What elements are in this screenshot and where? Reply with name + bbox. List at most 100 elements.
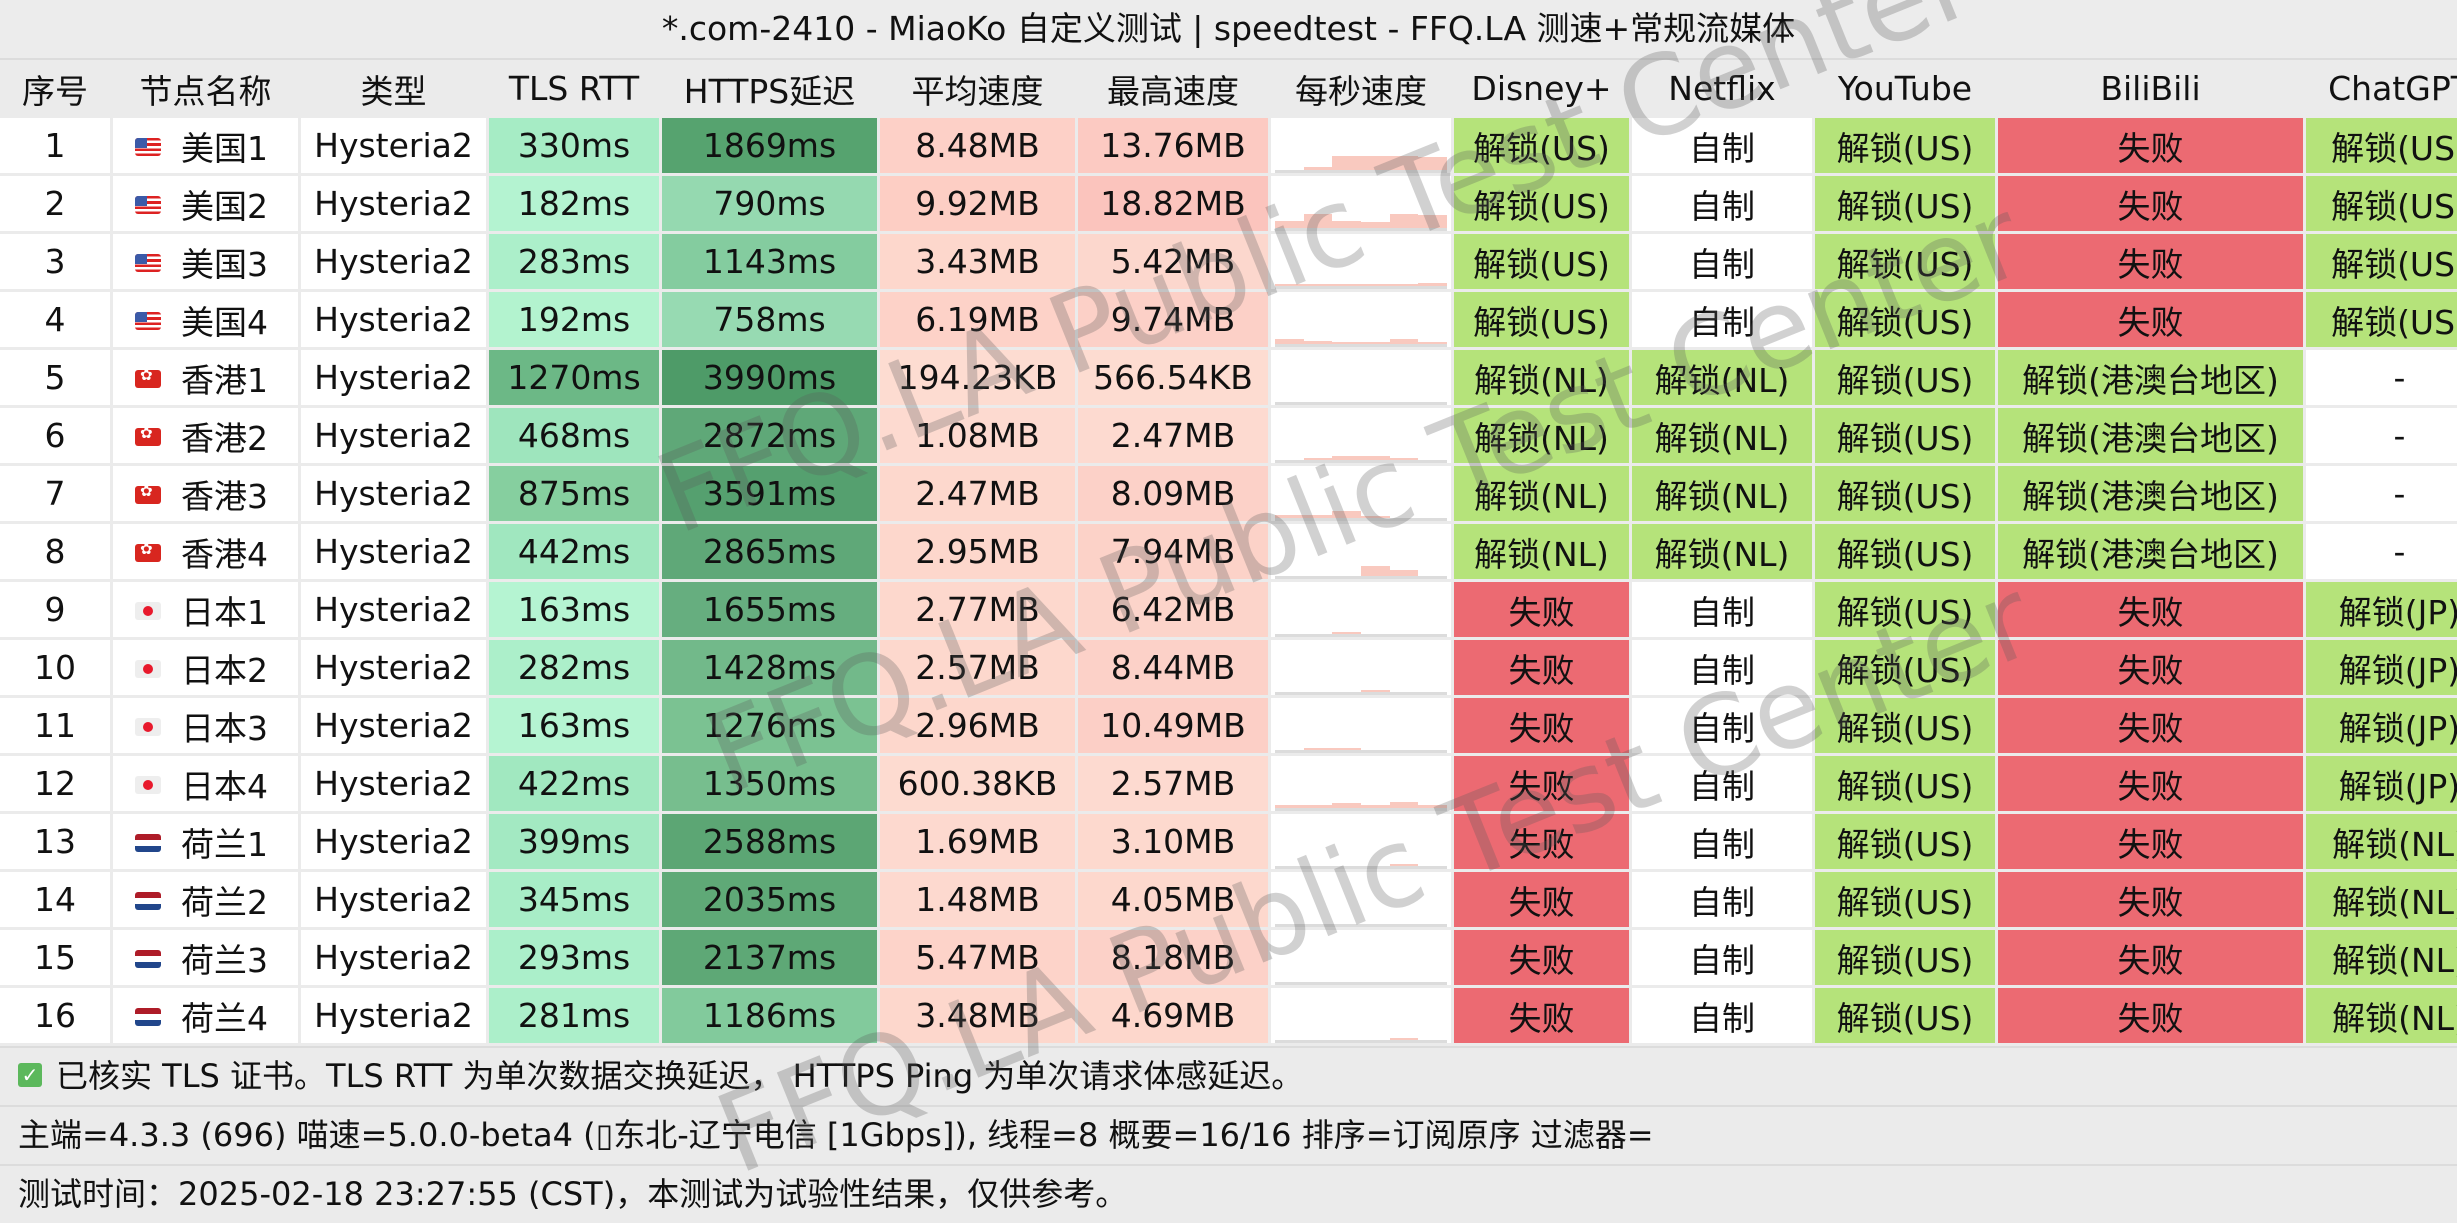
node-name: 美国4 bbox=[181, 302, 268, 342]
index-cell: 8 bbox=[0, 524, 110, 579]
speed-sparkline bbox=[1271, 408, 1451, 463]
footer-line-3: 测试时间：2025-02-18 23:27:55 (CST)，本测试为试验性结果… bbox=[18, 1175, 1128, 1213]
node-name-cell: 香港1 bbox=[113, 350, 298, 405]
max-speed-cell: 13.76MB bbox=[1078, 118, 1268, 173]
bilibili-cell: 失败 bbox=[1998, 988, 2303, 1043]
sparkline-baseline bbox=[1275, 866, 1447, 869]
type-cell: Hysteria2 bbox=[301, 582, 486, 637]
nl-flag-icon bbox=[135, 1008, 161, 1026]
netflix-cell: 自制 bbox=[1632, 814, 1812, 869]
hk-flag-icon bbox=[135, 424, 161, 446]
col-header-max-speed[interactable]: 最高速度 bbox=[1078, 62, 1268, 115]
sparkline-baseline bbox=[1275, 286, 1447, 289]
table-row[interactable]: 5 香港1 Hysteria21270ms3990ms194.23KB566.54K… bbox=[0, 350, 2457, 405]
speed-sparkline bbox=[1271, 698, 1451, 753]
speed-sparkline bbox=[1271, 814, 1451, 869]
col-header-type[interactable]: 类型 bbox=[301, 62, 486, 115]
youtube-cell: 解锁(US) bbox=[1815, 466, 1995, 521]
chatgpt-cell: - bbox=[2306, 350, 2457, 405]
col-header-disney[interactable]: Disney+ bbox=[1454, 62, 1629, 115]
max-speed-cell: 8.44MB bbox=[1078, 640, 1268, 695]
us-flag-icon bbox=[135, 138, 161, 156]
tls-rtt-cell: 345ms bbox=[489, 872, 659, 927]
youtube-cell: 解锁(US) bbox=[1815, 408, 1995, 463]
table-row[interactable]: 2 美国2 Hysteria2 182ms 790ms 9.92MB 18.82MB 解锁(U… bbox=[0, 176, 2457, 231]
youtube-cell: 解锁(US) bbox=[1815, 118, 1995, 173]
speed-bar bbox=[1275, 221, 1304, 228]
type-cell: Hysteria2 bbox=[301, 466, 486, 521]
chatgpt-cell: 解锁(NL) bbox=[2306, 814, 2457, 869]
youtube-cell: 解锁(US) bbox=[1815, 698, 1995, 753]
bilibili-cell: 失败 bbox=[1998, 814, 2303, 869]
col-header-bilibili[interactable]: BiliBili bbox=[1998, 62, 2303, 115]
https-latency-cell: 1276ms bbox=[662, 698, 877, 753]
avg-speed-cell: 3.48MB bbox=[880, 988, 1075, 1043]
table-row[interactable]: 1 美国1 Hysteria2 330ms 1869ms 8.48MB 13.76MB 解锁(… bbox=[0, 118, 2457, 173]
speed-bar bbox=[1361, 156, 1390, 170]
col-header-youtube[interactable]: YouTube bbox=[1815, 62, 1995, 115]
table-row[interactable]: 14 荷兰2 Hysteria2 345ms 2035ms 1.48MB 4.05MB 失败自… bbox=[0, 872, 2457, 927]
col-header-avg-speed[interactable]: 平均速度 bbox=[880, 62, 1075, 115]
table-row[interactable]: 6 香港2 Hysteria2468ms2872ms1.08MB2.47MB 解锁(N… bbox=[0, 408, 2457, 463]
tls-rtt-cell: 293ms bbox=[489, 930, 659, 985]
max-speed-cell: 6.42MB bbox=[1078, 582, 1268, 637]
avg-speed-cell: 9.92MB bbox=[880, 176, 1075, 231]
table-row[interactable]: 3 美国3 Hysteria2 283ms 1143ms 3.43MB 5.42MB 解锁(U… bbox=[0, 234, 2457, 289]
youtube-cell: 解锁(US) bbox=[1815, 582, 1995, 637]
table-row[interactable]: 10 日本2 Hysteria2 282ms 1428ms 2.57MB 8.44MB 失败自… bbox=[0, 640, 2457, 695]
node-name: 荷兰4 bbox=[181, 998, 268, 1038]
table-row[interactable]: 13 荷兰1 Hysteria2 399ms 2588ms 1.69MB 3.10MB 失败自… bbox=[0, 814, 2457, 869]
per-second-speed-cell bbox=[1271, 698, 1451, 753]
table-row[interactable]: 15 荷兰3 Hysteria2 293ms 2137ms 5.47MB 8.18MB 失败自… bbox=[0, 930, 2457, 985]
footer-info: 主端=4.3.3 (696) 喵速=5.0.0-beta4 (▯东北-辽宁电信 … bbox=[0, 1105, 2457, 1164]
col-header-node-name[interactable]: 节点名称 bbox=[113, 62, 298, 115]
table-row[interactable]: 11 日本3 Hysteria2 163ms 1276ms 2.96MB 10.49MB 失败… bbox=[0, 698, 2457, 753]
youtube-cell: 解锁(US) bbox=[1815, 234, 1995, 289]
https-latency-cell: 1350ms bbox=[662, 756, 877, 811]
bilibili-cell: 失败 bbox=[1998, 640, 2303, 695]
table-row[interactable]: 7 香港3 Hysteria2875ms3591ms2.47MB8.09MB 解锁(N… bbox=[0, 466, 2457, 521]
type-cell: Hysteria2 bbox=[301, 408, 486, 463]
table-row[interactable]: 16 荷兰4 Hysteria2 281ms 1186ms 3.48MB 4.69MB 失败自… bbox=[0, 988, 2457, 1043]
node-name-cell: 日本2 bbox=[113, 640, 298, 695]
col-header-netflix[interactable]: Netflix bbox=[1632, 62, 1812, 115]
footer-tls-note: ✓ 已核实 TLS 证书。TLS RTT 为单次数据交换延迟， HTTPS Pin… bbox=[0, 1046, 2457, 1105]
chatgpt-cell: 解锁(US) bbox=[2306, 118, 2457, 173]
youtube-cell: 解锁(US) bbox=[1815, 930, 1995, 985]
col-header-chatgpt[interactable]: ChatGPT bbox=[2306, 62, 2457, 115]
jp-flag-icon bbox=[135, 718, 161, 736]
disney-cell: 解锁(US) bbox=[1454, 176, 1629, 231]
max-speed-cell: 7.94MB bbox=[1078, 524, 1268, 579]
disney-cell: 失败 bbox=[1454, 640, 1629, 695]
footer-line-1: 已核实 TLS 证书。TLS RTT 为单次数据交换延迟， HTTPS Ping… bbox=[56, 1057, 1304, 1095]
speed-sparkline bbox=[1271, 118, 1451, 173]
table-row[interactable]: 9 日本1 Hysteria2 163ms 1655ms 2.77MB 6.42MB 失败 自制… bbox=[0, 582, 2457, 637]
netflix-cell: 自制 bbox=[1632, 176, 1812, 231]
col-header-tls-rtt[interactable]: TLS RTT bbox=[489, 62, 659, 115]
youtube-cell: 解锁(US) bbox=[1815, 988, 1995, 1043]
node-name: 日本4 bbox=[181, 766, 268, 806]
https-latency-cell: 2588ms bbox=[662, 814, 877, 869]
https-latency-cell: 2035ms bbox=[662, 872, 877, 927]
https-latency-cell: 3990ms bbox=[662, 350, 877, 405]
col-header-https-latency[interactable]: HTTPS延迟 bbox=[662, 62, 877, 115]
max-speed-cell: 2.47MB bbox=[1078, 408, 1268, 463]
sparkline-baseline bbox=[1275, 634, 1447, 637]
col-header-per-second-speed[interactable]: 每秒速度 bbox=[1271, 62, 1451, 115]
type-cell: Hysteria2 bbox=[301, 350, 486, 405]
disney-cell: 解锁(NL) bbox=[1454, 350, 1629, 405]
avg-speed-cell: 1.08MB bbox=[880, 408, 1075, 463]
sparkline-baseline bbox=[1275, 982, 1447, 985]
type-cell: Hysteria2 bbox=[301, 698, 486, 753]
netflix-cell: 自制 bbox=[1632, 640, 1812, 695]
index-cell: 12 bbox=[0, 756, 110, 811]
youtube-cell: 解锁(US) bbox=[1815, 756, 1995, 811]
sparkline-baseline bbox=[1275, 460, 1447, 463]
per-second-speed-cell bbox=[1271, 524, 1451, 579]
table-row[interactable]: 12 日本4 Hysteria2 422ms 1350ms 600.38KB 2.57MB 失… bbox=[0, 756, 2457, 811]
tls-rtt-cell: 330ms bbox=[489, 118, 659, 173]
table-row[interactable]: 4 美国4 Hysteria2 192ms 758ms 6.19MB 9.74MB 解锁(US… bbox=[0, 292, 2457, 347]
disney-cell: 失败 bbox=[1454, 930, 1629, 985]
table-row[interactable]: 8 香港4 Hysteria2442ms2865ms2.95MB7.94MB 解锁(N… bbox=[0, 524, 2457, 579]
col-header-index[interactable]: 序号 bbox=[0, 62, 110, 115]
